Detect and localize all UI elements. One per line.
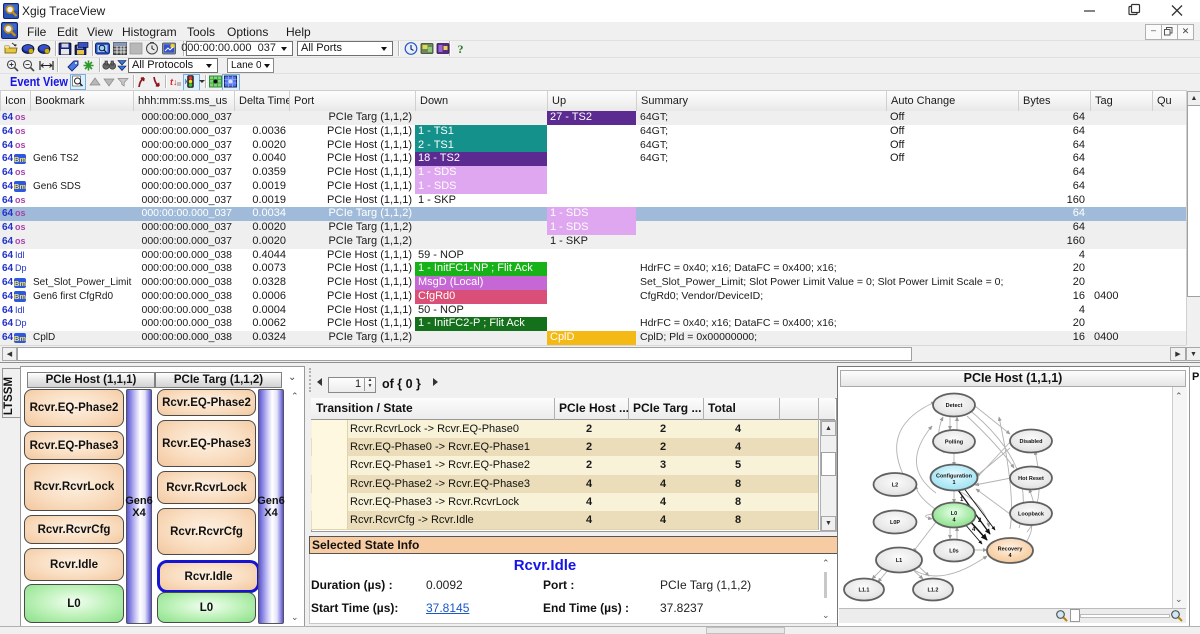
svg-text:?: ? bbox=[458, 42, 464, 55]
svg-text:Disabled: Disabled bbox=[1020, 439, 1043, 445]
svg-text:L0P: L0P bbox=[890, 520, 900, 526]
svg-text:L0: L0 bbox=[951, 511, 957, 517]
svg-text:Hot Reset: Hot Reset bbox=[1018, 476, 1044, 482]
svg-text:Detect: Detect bbox=[946, 403, 963, 409]
svg-text:L1.2: L1.2 bbox=[927, 588, 938, 594]
svg-text:1: 1 bbox=[952, 480, 955, 486]
svg-text:L2: L2 bbox=[892, 483, 898, 489]
svg-text:L0s: L0s bbox=[949, 549, 958, 555]
svg-text:Polling: Polling bbox=[945, 440, 963, 446]
svg-text:L1: L1 bbox=[896, 558, 902, 564]
svg-text:t↓: t↓ bbox=[170, 77, 178, 87]
svg-text:Recovery: Recovery bbox=[998, 547, 1024, 553]
svg-text:Loopback: Loopback bbox=[1018, 512, 1045, 518]
svg-text:L1.1: L1.1 bbox=[858, 588, 869, 594]
svg-text:Configuration: Configuration bbox=[936, 474, 973, 480]
